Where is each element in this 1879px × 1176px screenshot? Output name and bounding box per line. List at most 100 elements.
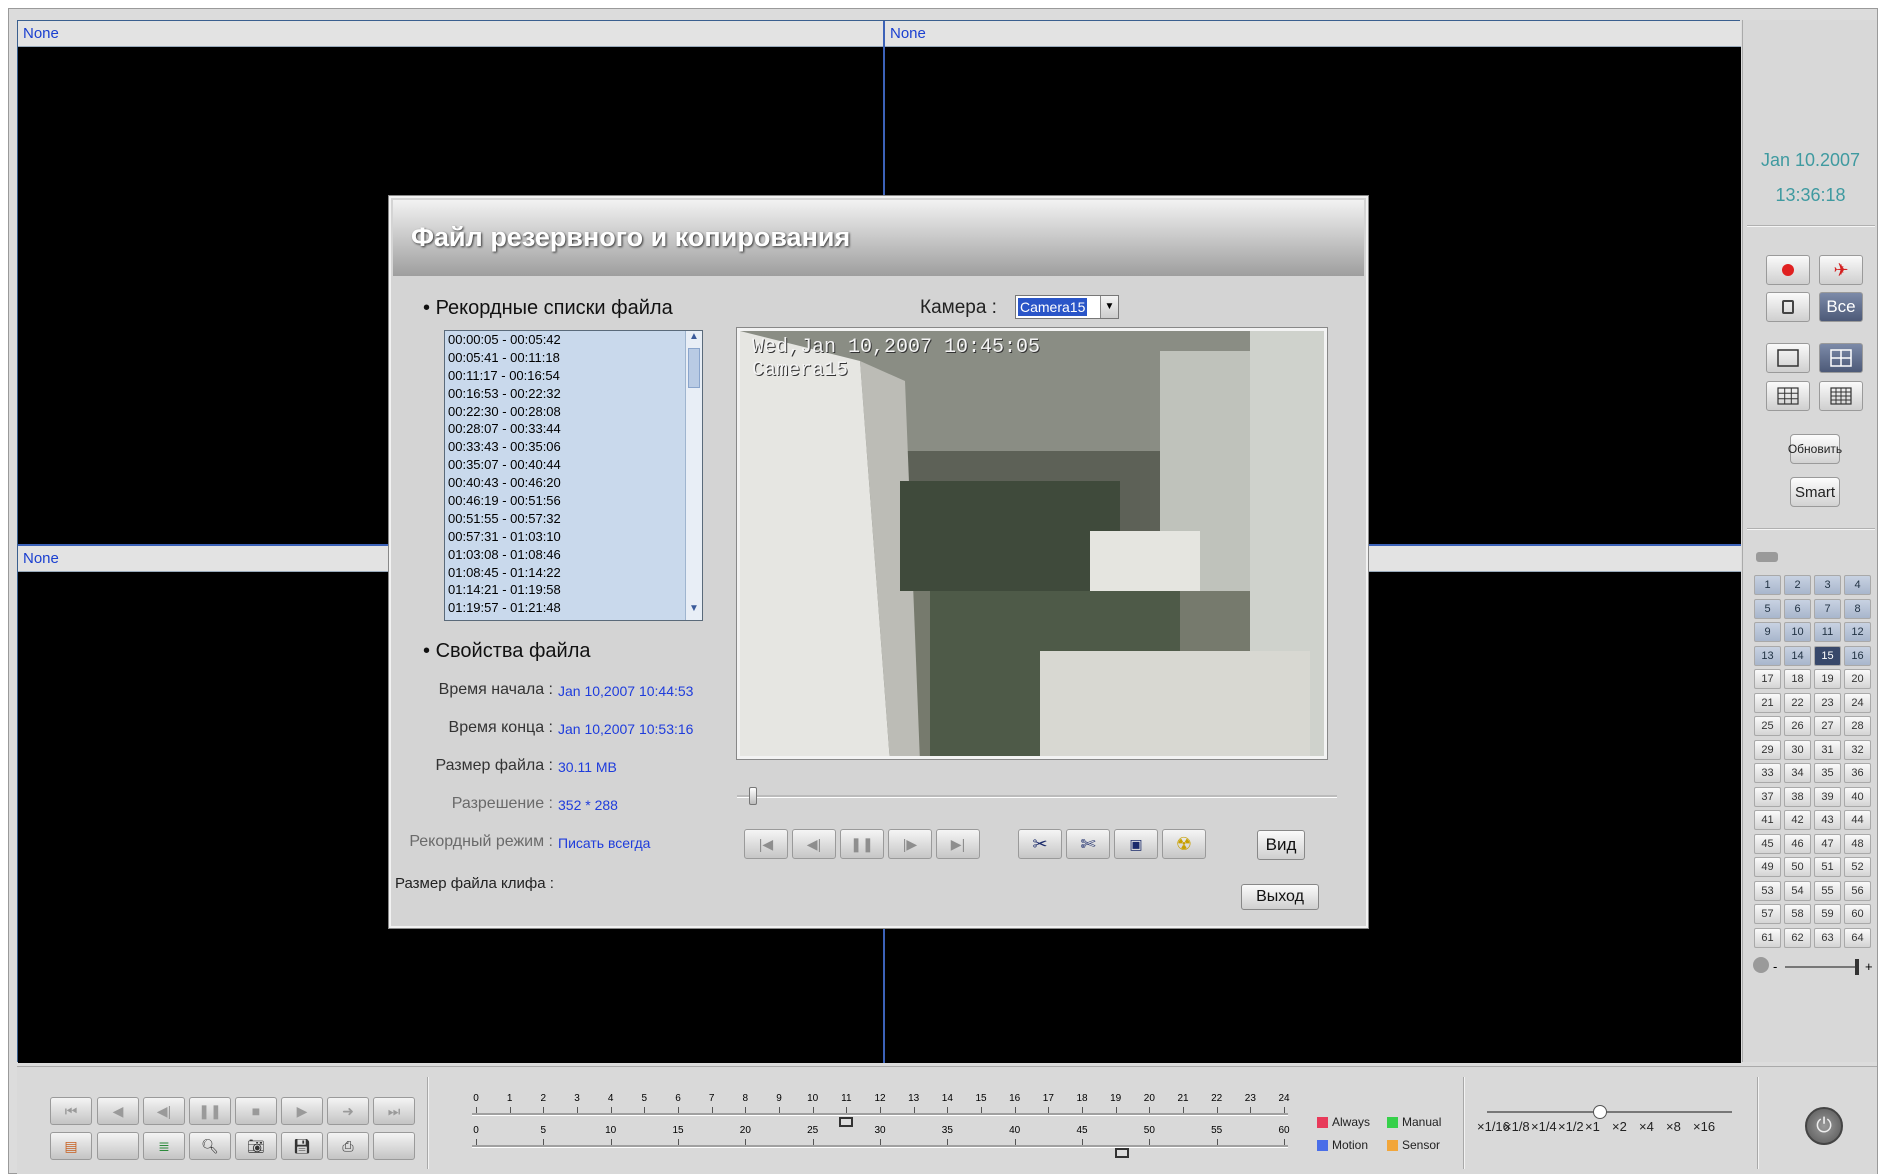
record-list-item[interactable]: 01:03:08 - 01:08:46 <box>445 546 702 564</box>
camera-number-button[interactable]: 55 <box>1814 880 1841 901</box>
camera-number-button[interactable]: 23 <box>1814 692 1841 713</box>
camera-number-button[interactable]: 35 <box>1814 763 1841 783</box>
camera-select[interactable]: Camera15 ▼ <box>1015 295 1119 319</box>
record-list-item[interactable]: 00:35:07 - 00:40:44 <box>445 456 702 474</box>
play-button[interactable]: ▶ <box>281 1097 323 1125</box>
alarm-button[interactable]: ✈ <box>1819 255 1863 285</box>
minute-track[interactable] <box>472 1145 1288 1148</box>
blank-button[interactable] <box>373 1132 415 1160</box>
layout-16-button[interactable] <box>1819 381 1863 411</box>
camera-number-button[interactable]: 6 <box>1784 598 1811 619</box>
camera-number-button[interactable]: 25 <box>1754 716 1781 736</box>
camera-number-button[interactable]: 52 <box>1844 857 1871 877</box>
camera-number-button[interactable]: 46 <box>1784 833 1811 854</box>
camera-number-button[interactable]: 49 <box>1754 857 1781 877</box>
camera-number-button[interactable]: 31 <box>1814 739 1841 760</box>
cut-end-button[interactable]: ✄ <box>1066 829 1110 859</box>
camera-number-button[interactable]: 9 <box>1754 622 1781 642</box>
camera-number-button[interactable]: 40 <box>1844 786 1871 807</box>
timeline[interactable]: 0 1 2 3 4 5 6 7 8 9 10 11 12 13 14 15 16 17 18 19 20 21 22 23 24… <box>472 1089 1290 1159</box>
record-list-item[interactable]: 01:08:45 - 01:14:22 <box>445 564 702 582</box>
speed-option[interactable]: ×16 <box>1693 1119 1715 1134</box>
speed-option[interactable]: ×8 <box>1666 1119 1681 1134</box>
camera-number-button[interactable]: 19 <box>1814 669 1841 689</box>
speed-track[interactable] <box>1487 1111 1732 1113</box>
scroll-up-icon[interactable]: ▲ <box>686 331 702 348</box>
blank-button[interactable] <box>97 1132 139 1160</box>
camera-number-button[interactable]: 59 <box>1814 904 1841 924</box>
clip-step-back-button[interactable]: ◀| <box>792 829 836 859</box>
camera-number-button[interactable]: 53 <box>1754 880 1781 901</box>
camera-number-button[interactable]: 13 <box>1754 645 1781 666</box>
camera-number-button[interactable]: 64 <box>1844 927 1871 948</box>
record-list-item[interactable]: 00:05:41 - 00:11:18 <box>445 349 702 367</box>
camera-number-button[interactable]: 12 <box>1844 622 1871 642</box>
camera-number-button[interactable]: 54 <box>1784 880 1811 901</box>
volume-icon[interactable] <box>1753 957 1769 973</box>
camera-number-button[interactable]: 58 <box>1784 904 1811 924</box>
record-list-item[interactable]: 00:51:55 - 00:57:32 <box>445 510 702 528</box>
exit-button[interactable]: Выход <box>1241 884 1319 910</box>
camera-number-button[interactable]: 34 <box>1784 763 1811 783</box>
camera-number-button[interactable]: 60 <box>1844 904 1871 924</box>
camera-number-button[interactable]: 61 <box>1754 927 1781 948</box>
camera-number-button[interactable]: 28 <box>1844 716 1871 736</box>
clip-pause-button[interactable]: ❚❚ <box>840 829 884 859</box>
speed-option[interactable]: ×4 <box>1639 1119 1654 1134</box>
camera-number-button[interactable]: 62 <box>1784 927 1811 948</box>
record-list-item[interactable]: 00:46:19 - 00:51:56 <box>445 492 702 510</box>
camera-number-button[interactable]: 10 <box>1784 622 1811 642</box>
skip-start-button[interactable]: ⏮ <box>50 1097 92 1125</box>
record-list-item[interactable]: 00:22:30 - 00:28:08 <box>445 403 702 421</box>
camera-number-button[interactable]: 18 <box>1784 669 1811 689</box>
camera-number-button[interactable]: 20 <box>1844 669 1871 689</box>
camera-number-button[interactable]: 30 <box>1784 739 1811 760</box>
layout-4-button[interactable] <box>1819 343 1863 373</box>
camera-number-button[interactable]: 7 <box>1814 598 1841 619</box>
camera-number-button[interactable]: 39 <box>1814 786 1841 807</box>
camera-number-button[interactable]: 36 <box>1844 763 1871 783</box>
refresh-button[interactable]: Обновить <box>1788 434 1842 464</box>
smart-button[interactable]: Smart <box>1790 477 1840 507</box>
camera-number-button[interactable]: 5 <box>1754 598 1781 619</box>
record-list-scrollbar[interactable]: ▲ ▼ <box>685 331 702 620</box>
list-button[interactable]: ▤ <box>50 1132 92 1160</box>
radiation-button[interactable]: ☢ <box>1162 829 1206 859</box>
camera-number-button[interactable]: 27 <box>1814 716 1841 736</box>
speed-option[interactable]: ×2 <box>1612 1119 1627 1134</box>
camera-number-button[interactable]: 44 <box>1844 810 1871 830</box>
clip-skip-start-button[interactable]: |◀ <box>744 829 788 859</box>
camera-number-button[interactable]: 37 <box>1754 786 1781 807</box>
all-button[interactable]: Все <box>1819 292 1863 322</box>
camera-number-button[interactable]: 14 <box>1784 645 1811 666</box>
snapshot-button[interactable]: 📷︎ <box>235 1132 277 1160</box>
camera-number-button[interactable]: 17 <box>1754 669 1781 689</box>
camera-number-button[interactable]: 42 <box>1784 810 1811 830</box>
camera-number-button[interactable]: 4 <box>1844 575 1871 595</box>
camera-number-button[interactable]: 63 <box>1814 927 1841 948</box>
record-list-item[interactable]: 01:19:57 - 01:21:48 <box>445 599 702 617</box>
volume-slider[interactable] <box>1785 959 1859 975</box>
record-list-item[interactable]: 00:33:43 - 00:35:06 <box>445 438 702 456</box>
record-list-item[interactable]: 00:28:07 - 00:33:44 <box>445 420 702 438</box>
camera-number-button[interactable]: 24 <box>1844 692 1871 713</box>
stop-button[interactable]: ■ <box>235 1097 277 1125</box>
hour-track[interactable] <box>472 1113 1288 1116</box>
save-button[interactable]: 💾︎ <box>281 1132 323 1160</box>
camera-number-button[interactable]: 2 <box>1784 575 1811 595</box>
scroll-down-icon[interactable]: ▼ <box>686 603 702 620</box>
view-button[interactable]: Вид <box>1257 830 1305 860</box>
cut-start-button[interactable]: ✂ <box>1018 829 1062 859</box>
camera-number-button[interactable]: 29 <box>1754 739 1781 760</box>
record-list-item[interactable]: 00:57:31 - 01:03:10 <box>445 528 702 546</box>
camera-number-button[interactable]: 45 <box>1754 833 1781 854</box>
speed-option[interactable]: ×1/8 <box>1504 1119 1530 1134</box>
record-list-item[interactable]: 00:11:17 - 00:16:54 <box>445 367 702 385</box>
camera-number-button[interactable]: 56 <box>1844 880 1871 901</box>
speed-selector[interactable]: ×1/16 ×1/8 ×1/4 ×1/2 ×1 ×2 ×4 ×8 ×16 <box>1473 1105 1743 1157</box>
camera-number-button[interactable]: 8 <box>1844 598 1871 619</box>
camera-number-button[interactable]: 16 <box>1844 645 1871 666</box>
power-button[interactable]: ⏻ <box>1805 1107 1843 1145</box>
record-button[interactable] <box>1766 255 1810 285</box>
clip-skip-end-button[interactable]: ▶| <box>936 829 980 859</box>
